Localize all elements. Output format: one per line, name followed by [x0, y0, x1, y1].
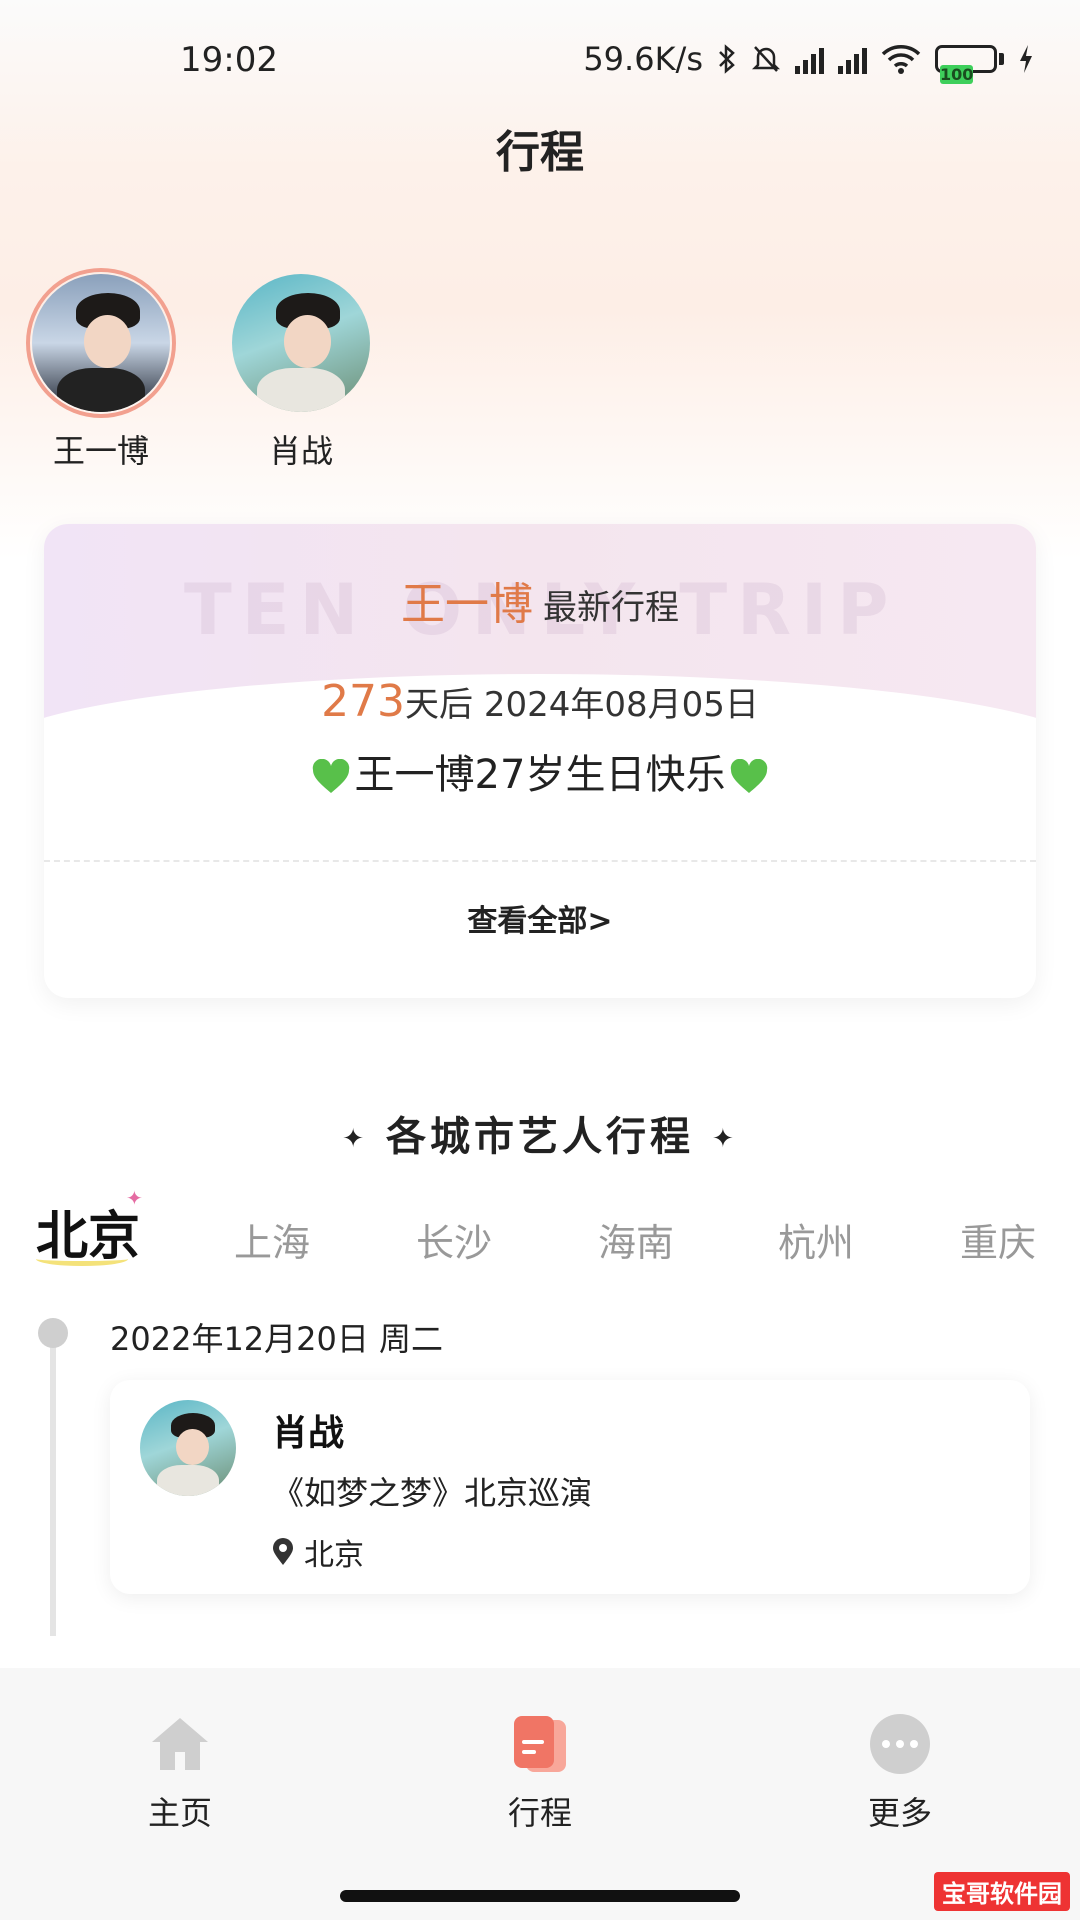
latest-label: 最新行程 — [543, 588, 679, 628]
artist-item-wang-yibo[interactable]: 王一博 — [16, 268, 186, 472]
battery-icon: 100 — [935, 45, 1004, 84]
artist-item-xiao-zhan[interactable]: 肖战 — [216, 268, 386, 472]
countdown-date: 天后 2024年08月05日 — [405, 685, 759, 725]
wifi-icon — [881, 45, 921, 74]
avatar — [232, 274, 370, 412]
more-icon — [870, 1714, 930, 1774]
home-indicator — [340, 1890, 740, 1902]
green-heart-icon — [312, 759, 349, 793]
status-bar: 19:02 59.6K/s 100 — [0, 0, 1080, 110]
page-title: 行程 — [496, 127, 584, 178]
event-location-text: 北京 — [304, 1538, 364, 1573]
artist-name: 王一博 — [52, 432, 149, 470]
view-all-link[interactable]: 查看全部> — [44, 896, 1036, 940]
bottom-nav: 主页 行程 更多 — [0, 1668, 1080, 1920]
nav-more[interactable]: 更多 — [800, 1712, 1000, 1834]
nav-schedule-label: 行程 — [507, 1794, 572, 1832]
tab-hainan[interactable]: 海南 — [598, 1212, 674, 1267]
tab-shanghai[interactable]: 上海 — [234, 1212, 310, 1267]
latest-countdown: 273天后 2024年08月05日 — [44, 676, 1036, 727]
sparkle-icon: ✦ — [712, 1124, 738, 1154]
latest-event: 王一博27岁生日快乐 — [44, 742, 1036, 800]
bluetooth-icon — [719, 44, 735, 74]
timeline-date: 2022年12月20日 周二 — [110, 1320, 444, 1358]
green-heart-icon — [731, 759, 768, 793]
schedule-icon — [514, 1716, 566, 1772]
tab-beijing[interactable]: 北京 — [36, 1194, 140, 1269]
signal-icon — [795, 44, 824, 74]
network-speed: 59.6K/s — [583, 40, 703, 78]
countdown-days: 273 — [321, 676, 406, 727]
signal-icon-2 — [838, 44, 867, 74]
home-icon — [152, 1718, 208, 1770]
location-pin-icon — [273, 1538, 293, 1565]
timeline-line — [50, 1330, 56, 1636]
nav-more-label: 更多 — [867, 1794, 932, 1832]
latest-schedule-card[interactable]: TEN ONLY TRIP 王一博 最新行程 273天后 2024年08月05日 … — [44, 524, 1036, 998]
mute-bell-icon — [751, 46, 781, 72]
battery-level: 100 — [940, 65, 974, 84]
event-title: 《如梦之梦》北京巡演 — [272, 1474, 593, 1512]
nav-schedule[interactable]: 行程 — [440, 1712, 640, 1834]
charging-icon — [1020, 45, 1032, 73]
latest-title: 王一博 最新行程 — [44, 568, 1036, 632]
divider — [44, 860, 1036, 862]
event-location: 北京 — [272, 1530, 364, 1574]
nav-home-label: 主页 — [147, 1794, 212, 1832]
section-title-text: 各城市艺人行程 — [386, 1114, 694, 1160]
event-card[interactable]: 肖战 《如梦之梦》北京巡演 北京 — [110, 1380, 1030, 1594]
watermark-badge: 宝哥软件园 — [934, 1872, 1070, 1911]
sparkle-icon: ✦ — [342, 1124, 368, 1154]
status-time: 19:02 — [180, 40, 278, 80]
timeline-dot — [38, 1318, 68, 1348]
artist-name: 肖战 — [268, 432, 333, 470]
status-icons: 59.6K/s 100 — [583, 40, 1034, 84]
nav-home[interactable]: 主页 — [80, 1712, 280, 1834]
event-artist: 肖战 — [272, 1413, 345, 1454]
tab-changsha[interactable]: 长沙 — [416, 1212, 492, 1267]
artist-avatar-ring — [26, 268, 176, 418]
artist-avatar-ring — [226, 268, 376, 418]
latest-event-text: 王一博27岁生日快乐 — [354, 752, 726, 798]
tab-chongqing[interactable]: 重庆 — [960, 1212, 1036, 1267]
tab-hangzhou[interactable]: 杭州 — [778, 1212, 854, 1267]
section-title: ✦ 各城市艺人行程 ✦ — [0, 1104, 1080, 1162]
avatar — [140, 1400, 236, 1496]
latest-artist: 王一博 — [401, 579, 533, 630]
avatar — [32, 274, 170, 412]
